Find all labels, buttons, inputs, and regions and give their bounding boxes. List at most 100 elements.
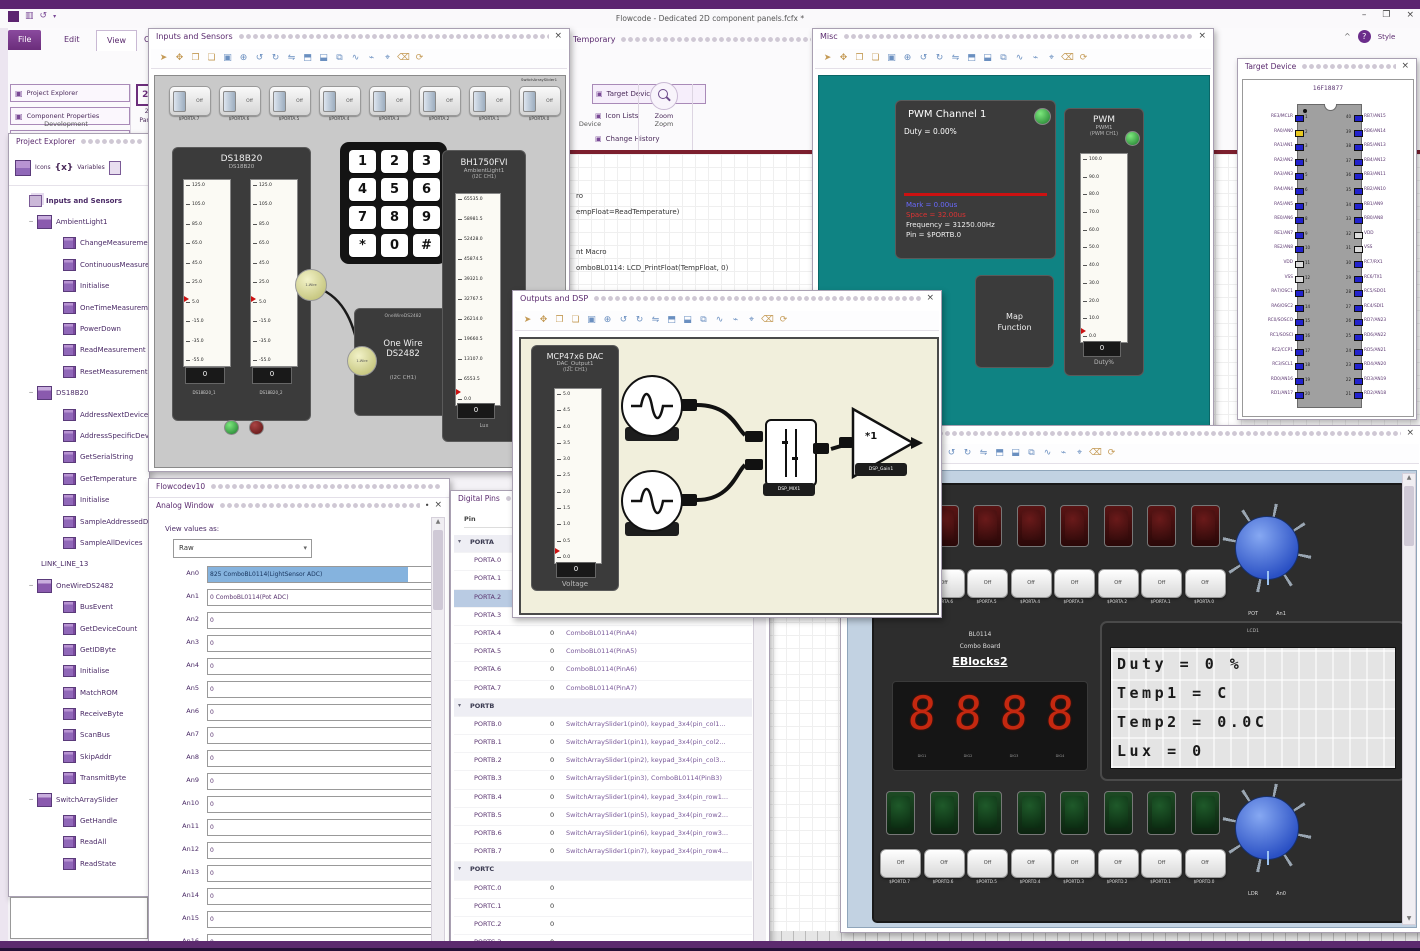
analog-scrollbar[interactable]: ▲ (431, 517, 445, 951)
toolbar-icon[interactable]: ⌫ (397, 52, 410, 65)
lux-value[interactable]: 0 (457, 403, 495, 419)
expander-icon[interactable] (53, 710, 61, 718)
tree-item[interactable]: SampleAllDevices (9, 532, 149, 553)
port-button[interactable]: Off (967, 849, 1008, 878)
keypad-key[interactable]: 8 (381, 206, 408, 229)
pin-row[interactable]: RE1/AN7 9 32 VDD (1243, 227, 1413, 242)
toolbar-icon[interactable]: ⟳ (413, 52, 426, 65)
ribbon-tab[interactable]: File (8, 30, 42, 50)
toolbar-icon[interactable]: ⌫ (1089, 447, 1102, 460)
toolbar-icon[interactable]: ⧉ (333, 52, 346, 65)
analog-value-field[interactable]: 825 ComboBL0114(LightSensor ADC) (207, 566, 433, 583)
temp-slider-2[interactable]: 125.0 105.0 85.0 65.0 45.0 25.0 5.0 -15.0 -35.0 -… (250, 179, 298, 367)
tree-item[interactable]: ReadAll (9, 832, 149, 853)
analog-value-field[interactable]: 0 (207, 842, 433, 859)
pin-row[interactable]: RA5/AN5 7 34 RB1/AN9 (1243, 198, 1413, 213)
toolbar-icon[interactable]: ✥ (173, 52, 186, 65)
expander-icon[interactable] (53, 774, 61, 782)
expander-icon[interactable] (53, 346, 61, 354)
close-icon[interactable]: × (554, 32, 562, 41)
toolbar-icon[interactable]: ❏ (569, 314, 582, 327)
analog-value-field[interactable]: 0 (207, 681, 433, 698)
digital-pin-row[interactable]: PORTB.5 0 SwitchArraySlider1(pin5), keyp… (454, 808, 752, 826)
digital-pin-row[interactable]: PORTB.1 0 SwitchArraySlider1(pin1), keyp… (454, 735, 752, 754)
toolbar-icon[interactable]: ⌫ (1061, 52, 1074, 65)
pwm-slider-component[interactable]: PWM PWM1 (PWM CH1) 100.0 90.0 80.0 70.0 60.0… (1064, 108, 1144, 376)
ldr-knob[interactable] (1222, 783, 1312, 873)
slider-pointer[interactable] (251, 296, 256, 302)
digital-pin-row[interactable]: PORTA.6 0 ComboBL0114(PinA6) (454, 662, 752, 681)
toolbar-icon[interactable]: ⟳ (777, 314, 790, 327)
tree-item[interactable]: SampleAddressedD (9, 511, 149, 532)
pwm-channel-component[interactable]: PWM Channel 1 Duty = 0.00% Mark = 0.00us… (895, 100, 1056, 259)
digital-pin-row[interactable]: PORTB.6 0 SwitchArraySlider1(pin6), keyp… (454, 826, 752, 845)
close-icon[interactable]: × (1406, 429, 1414, 438)
toolbar-icon[interactable]: ∿ (349, 52, 362, 65)
keypad-key[interactable]: 9 (413, 206, 440, 229)
expander-icon[interactable]: − (27, 796, 35, 804)
pin-row[interactable]: RC3/SCL1 18 23 RD4/AN20 (1243, 358, 1413, 373)
expander-icon[interactable] (53, 239, 61, 247)
group-expander-icon[interactable]: ▾ (458, 702, 461, 709)
toolbar-icon[interactable]: ⊕ (901, 52, 914, 65)
keypad-key[interactable]: 5 (381, 178, 408, 201)
board-vertical-scrollbar[interactable]: ▲ ▼ (1402, 473, 1416, 925)
expander-icon[interactable] (53, 838, 61, 846)
toolbar-icon[interactable]: ❏ (205, 52, 218, 65)
toolbar-icon[interactable]: ⧉ (697, 314, 710, 327)
analog-value-field[interactable]: 0 (207, 888, 433, 905)
variables-icon[interactable]: {x} (55, 163, 74, 173)
toolbar-icon[interactable]: ❏ (869, 52, 882, 65)
keypad-key[interactable]: 4 (349, 178, 376, 201)
expander-icon[interactable]: − (27, 218, 35, 226)
keypad-key[interactable]: 2 (381, 150, 408, 173)
digital-pin-row[interactable]: PORTB.4 0 SwitchArraySlider1(pin4), keyp… (454, 790, 752, 808)
toolbar-icon[interactable]: ⟳ (1105, 447, 1118, 460)
toolbar-icon[interactable]: ⟳ (1077, 52, 1090, 65)
pin-row[interactable]: RE3/MCLR 1 40 RB7/AN15 (1243, 110, 1413, 125)
toolbar-icon[interactable]: ✥ (537, 314, 550, 327)
toolbar-icon[interactable]: ↺ (945, 447, 958, 460)
tree-item[interactable]: ReadState (9, 853, 149, 874)
digital-pin-row[interactable]: ▾ PORTC (454, 862, 752, 881)
analog-value-field[interactable]: 0 (207, 911, 433, 928)
toolbar-icon[interactable]: ➤ (157, 52, 170, 65)
port-button[interactable]: Off (1010, 569, 1052, 598)
pin-row[interactable]: VDD 11 30 RC7/RX1 (1243, 256, 1413, 271)
duty-value[interactable]: 0 (1083, 341, 1121, 357)
tree-item[interactable]: MatchROM (9, 682, 149, 703)
digital-pin-row[interactable]: PORTA.4 0 ComboBL0114(PinA4) (454, 626, 752, 645)
pin-row[interactable]: RC2/CCP1 17 24 RD5/AN21 (1243, 344, 1413, 359)
wire-node[interactable]: 1-Wire (347, 346, 377, 376)
toolbar-icon[interactable]: ⌁ (729, 314, 742, 327)
toolbar-icon[interactable]: ↻ (633, 314, 646, 327)
temp-slider-1[interactable]: 125.0 105.0 85.0 65.0 45.0 25.0 5.0 -15.0 -35.0 -… (183, 179, 231, 367)
port-button[interactable]: Off (1010, 849, 1052, 878)
icons-label[interactable]: Icons (35, 164, 51, 171)
keypad-key[interactable]: 1 (349, 150, 376, 173)
tree-item[interactable]: ScanBus (9, 725, 149, 746)
digital-pin-row[interactable]: PORTC.2 0 (454, 917, 752, 936)
close-button[interactable]: × (1406, 10, 1414, 20)
expander-icon[interactable] (53, 539, 61, 547)
expander-icon[interactable] (53, 475, 61, 483)
toolbar-icon[interactable]: ⬒ (301, 52, 314, 65)
toolbar-icon[interactable]: ↻ (269, 52, 282, 65)
keypad-key[interactable]: 0 (381, 234, 408, 257)
toolbar-icon[interactable]: ∿ (1041, 447, 1054, 460)
scroll-up-icon[interactable]: ▲ (432, 518, 444, 525)
toolbar-icon[interactable]: ↺ (253, 52, 266, 65)
port-button[interactable]: Off (923, 849, 965, 878)
expander-icon[interactable] (53, 689, 61, 697)
keypad-component[interactable]: 1 2 3 4 5 6 7 8 9 * 0 # (340, 142, 447, 264)
maximize-button[interactable]: ❐ (1382, 10, 1390, 20)
slider-pointer[interactable] (456, 389, 461, 395)
tree-item[interactable]: Initialise (9, 489, 149, 510)
toolbar-icon[interactable]: ▣ (585, 314, 598, 327)
keypad-key[interactable]: # (413, 234, 440, 257)
pin-row[interactable]: RA4/AN4 6 35 RB2/AN10 (1243, 183, 1413, 198)
pin-row[interactable]: RA0/AN0 2 39 RB6/AN14 (1243, 125, 1413, 140)
toolbar-icon[interactable]: ↺ (617, 314, 630, 327)
toolbar-icon[interactable]: ⬓ (317, 52, 330, 65)
toolbar-icon[interactable]: ↺ (917, 52, 930, 65)
